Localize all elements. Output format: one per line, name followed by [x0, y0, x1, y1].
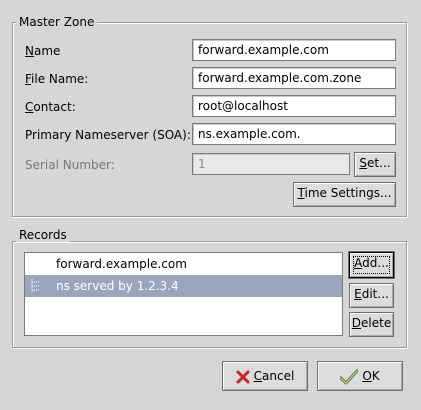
cancel-x-icon: [236, 370, 250, 383]
record-item-label: forward.example.com: [56, 257, 187, 271]
primary-nameserver-label: Primary Nameserver (SOA):: [25, 128, 191, 142]
record-item-ns[interactable]: ns served by 1.2.3.4: [25, 275, 342, 297]
time-settings-button[interactable]: Time Settings...: [293, 182, 396, 207]
tree-branch-icon: [31, 279, 40, 293]
serial-number-label: Serial Number:: [25, 158, 115, 172]
ok-check-icon: [340, 369, 359, 384]
contact-label: Contact:: [25, 100, 76, 114]
delete-record-button[interactable]: Delete: [349, 312, 394, 337]
contact-field[interactable]: root@localhost: [192, 95, 396, 117]
name-field[interactable]: forward.example.com: [192, 39, 396, 61]
master-zone-legend: Master Zone: [16, 15, 98, 29]
file-name-field[interactable]: forward.example.com.zone: [192, 67, 396, 89]
name-label: Name: [25, 44, 61, 58]
cancel-button[interactable]: Cancel: [222, 361, 308, 391]
serial-number-field: 1: [192, 153, 350, 175]
records-legend: Records: [16, 228, 70, 242]
record-item-zone[interactable]: forward.example.com: [25, 253, 342, 275]
primary-nameserver-field[interactable]: ns.example.com.: [192, 123, 396, 145]
add-record-button[interactable]: Add...: [349, 252, 394, 278]
record-item-label: ns served by 1.2.3.4: [56, 279, 179, 293]
file-name-label: File Name:: [25, 72, 89, 86]
set-serial-button[interactable]: Set...: [354, 152, 396, 177]
edit-record-button[interactable]: Edit...: [349, 283, 394, 308]
focus-ring: [353, 256, 390, 274]
records-list[interactable]: forward.example.com ns served by 1.2.3.4: [24, 252, 343, 336]
ok-button[interactable]: OK: [317, 361, 403, 391]
